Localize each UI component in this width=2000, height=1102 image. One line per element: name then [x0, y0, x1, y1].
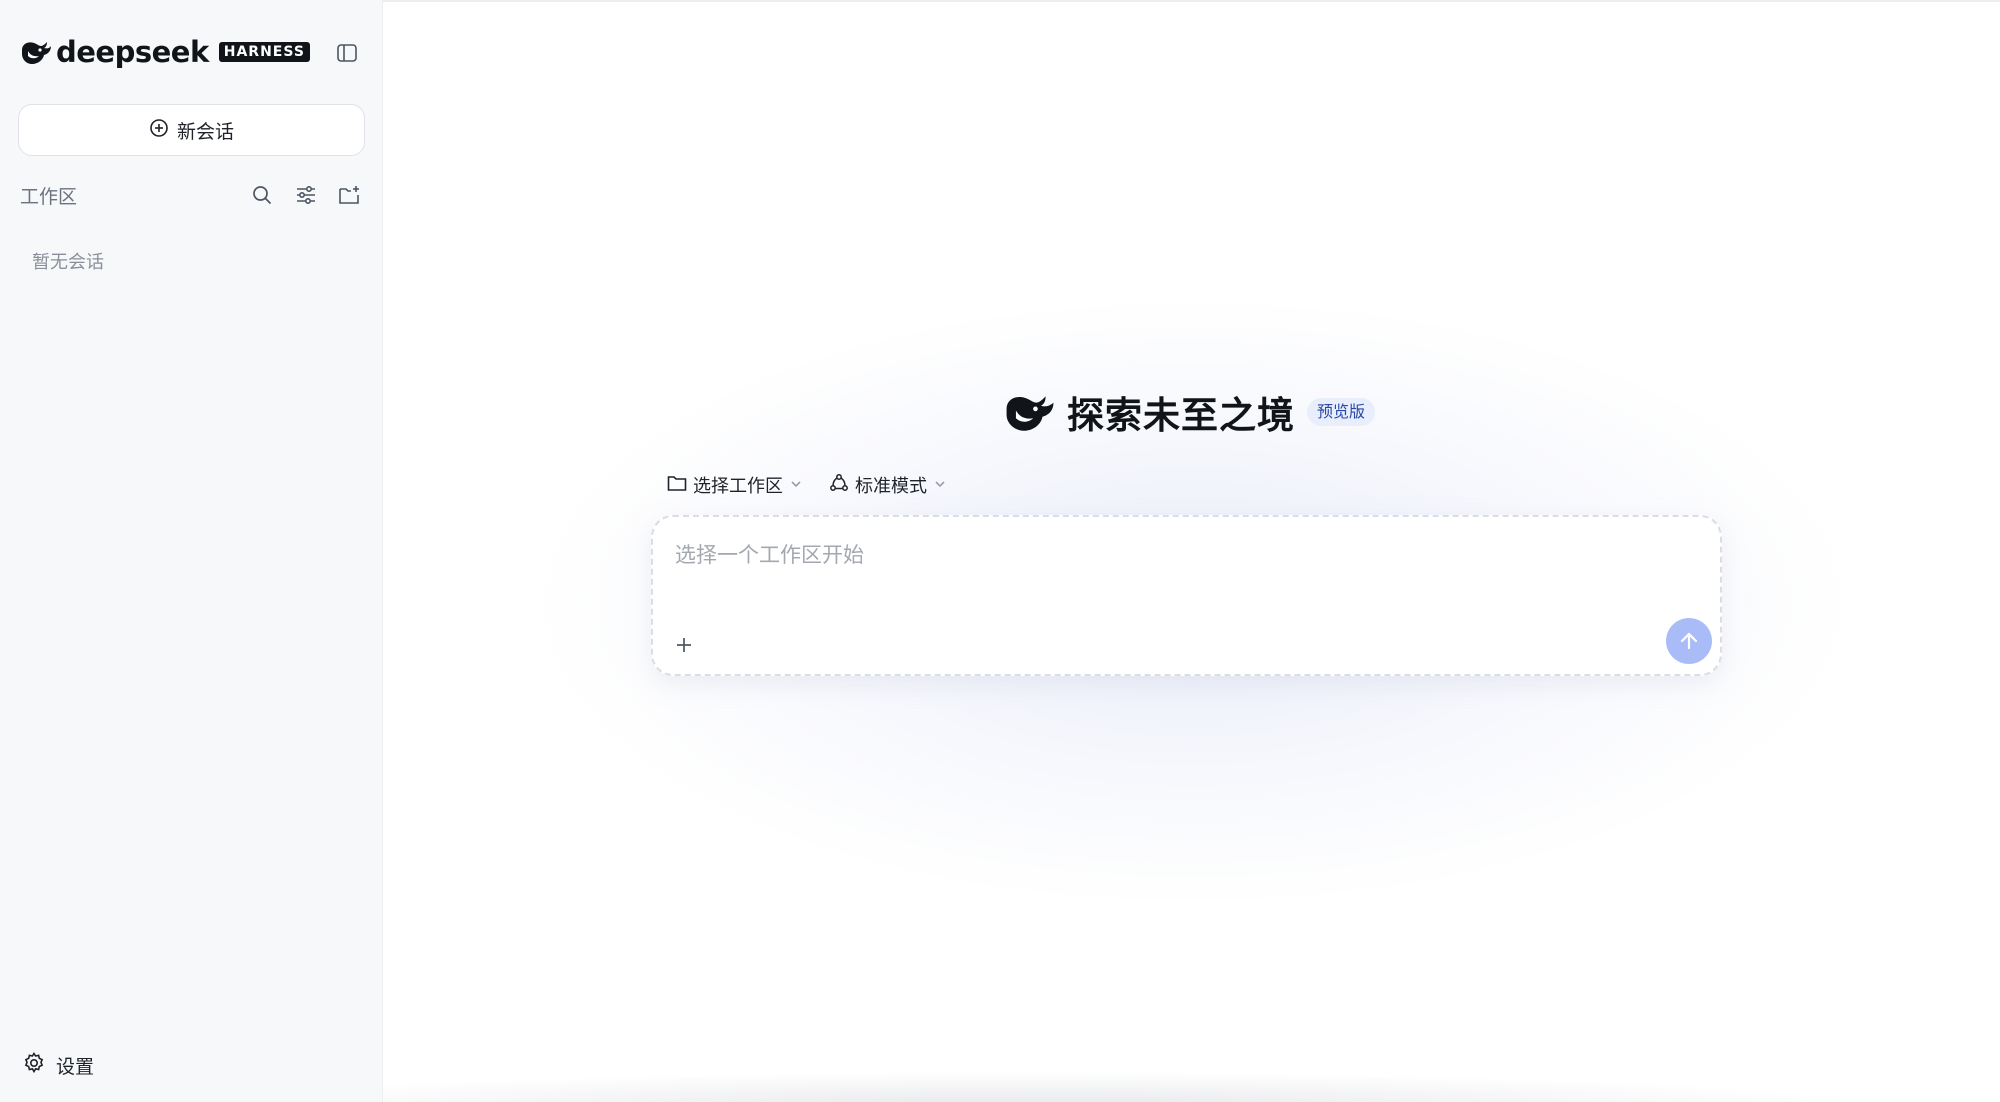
settings-button[interactable]: 设置 [22, 1051, 95, 1080]
new-chat-button[interactable]: 新会话 [18, 104, 365, 156]
empty-conversations-text: 暂无会话 [32, 252, 104, 273]
workspace-label: 工作区 [20, 185, 78, 208]
chevron-down-icon [933, 475, 947, 496]
cycle-icon [829, 473, 849, 498]
app-window: deepseek HARNESS 新会话 工作区 暂无会话 设置 探索未至之境 … [0, 0, 2000, 1102]
chevron-down-icon [789, 475, 803, 496]
mode-selector-label: 标准模式 [855, 476, 927, 497]
mode-selector[interactable]: 标准模式 [829, 472, 947, 498]
workspace-selector-label: 选择工作区 [693, 476, 783, 497]
workspace-actions [249, 182, 363, 208]
search-icon[interactable] [249, 182, 275, 208]
sidebar-toggle-icon[interactable] [334, 40, 360, 66]
whale-icon [20, 36, 52, 68]
brand-badge: HARNESS [218, 42, 310, 62]
sidebar: deepseek HARNESS 新会话 工作区 暂无会话 设置 [0, 0, 383, 1102]
brand-logo[interactable]: deepseek HARNESS [20, 35, 310, 69]
whale-icon [1005, 390, 1055, 434]
workspace-header: 工作区 [20, 180, 363, 210]
sliders-icon[interactable] [293, 182, 319, 208]
page-title: 探索未至之境 [1067, 394, 1295, 437]
hero-heading: 探索未至之境 预览版 [1005, 388, 1376, 437]
gear-icon [22, 1051, 46, 1080]
settings-label: 设置 [56, 1055, 95, 1078]
brand-wordmark: deepseek [56, 35, 209, 69]
main-panel: 探索未至之境 预览版 选择工作区 标准模式 选择一个工作区开始 [383, 0, 2000, 1102]
composer-toolbar: 选择工作区 标准模式 [667, 470, 947, 500]
folder-icon [667, 474, 687, 497]
workspace-selector[interactable]: 选择工作区 [667, 472, 803, 498]
send-button[interactable] [1666, 618, 1712, 664]
bottom-shadow [383, 1072, 1883, 1102]
arrow-up-icon [1680, 632, 1698, 650]
plus-icon[interactable] [667, 628, 701, 662]
folder-plus-icon[interactable] [337, 182, 363, 208]
message-composer [651, 515, 1722, 676]
plus-circle-icon [149, 118, 169, 143]
new-chat-label: 新会话 [176, 120, 234, 143]
message-input[interactable] [673, 537, 1693, 573]
preview-badge: 预览版 [1307, 398, 1376, 426]
